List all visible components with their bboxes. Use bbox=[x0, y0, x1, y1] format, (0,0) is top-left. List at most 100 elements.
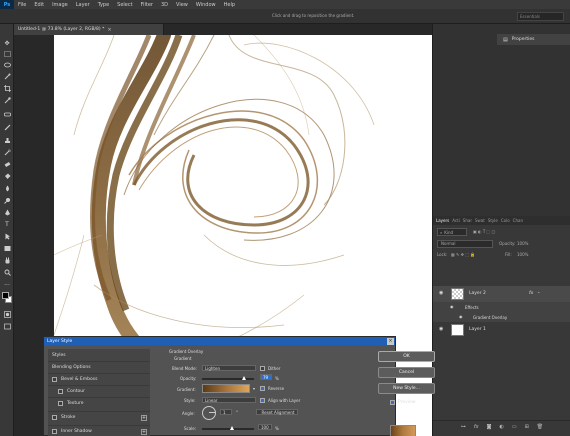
reverse-checkbox[interactable] bbox=[260, 386, 265, 391]
opacity-input[interactable]: 79 bbox=[260, 374, 272, 380]
effects-eye-icon[interactable]: ◉ bbox=[450, 304, 454, 309]
style-item-texture[interactable]: Texture bbox=[48, 397, 150, 409]
brush-icon[interactable] bbox=[3, 123, 11, 131]
quick-mask-icon[interactable] bbox=[3, 310, 11, 318]
new-style-button[interactable]: New Style... bbox=[378, 383, 435, 394]
fill-value[interactable]: 100% bbox=[517, 252, 528, 257]
quick-select-icon[interactable] bbox=[3, 72, 11, 80]
pen-icon[interactable] bbox=[3, 208, 11, 216]
menu-view[interactable]: View bbox=[172, 2, 192, 8]
tab-channels[interactable]: Chan bbox=[513, 218, 523, 223]
style-item-blending-options[interactable]: Blending Options bbox=[48, 361, 150, 373]
close-icon[interactable]: × bbox=[107, 27, 111, 33]
style-select[interactable]: Linear bbox=[202, 397, 256, 403]
menu-file[interactable]: File bbox=[14, 2, 30, 8]
filter-icons[interactable]: ▣ ◐ T ⬚ ▢ bbox=[473, 229, 495, 234]
dodge-icon[interactable] bbox=[3, 196, 11, 204]
style-item-inner-shadow[interactable]: Inner Shadow + bbox=[48, 425, 150, 436]
menu-select[interactable]: Select bbox=[113, 2, 136, 8]
document-tab[interactable]: Untitled-1 @ 73.8% (Layer 2, RGB/8) * × bbox=[14, 24, 164, 35]
checkbox[interactable] bbox=[52, 429, 57, 434]
menu-image[interactable]: Image bbox=[48, 2, 72, 8]
workspace-select[interactable]: Essentials bbox=[517, 12, 564, 21]
opacity-slider-handle[interactable] bbox=[242, 376, 246, 380]
tab-shapes[interactable]: Shar bbox=[463, 218, 472, 223]
scale-slider-handle[interactable] bbox=[230, 426, 234, 430]
menu-filter[interactable]: Filter bbox=[137, 2, 157, 8]
checkbox[interactable] bbox=[58, 389, 63, 394]
eraser-icon[interactable] bbox=[3, 160, 11, 168]
gradient-overlay-effect-row[interactable]: ◉ Gradient Overlay bbox=[433, 312, 570, 322]
scale-input[interactable]: 100 bbox=[258, 424, 272, 430]
more-tools-icon[interactable]: ··· bbox=[3, 281, 11, 289]
healing-icon[interactable] bbox=[3, 110, 11, 118]
fx-menu-icon[interactable]: fx bbox=[474, 424, 479, 430]
zoom-icon[interactable] bbox=[3, 268, 11, 276]
checkbox[interactable] bbox=[52, 415, 57, 420]
menu-help[interactable]: Help bbox=[220, 2, 239, 8]
add-inner-shadow-button[interactable]: + bbox=[141, 428, 147, 435]
blend-mode-select[interactable]: Normal bbox=[437, 240, 493, 248]
dialog-title-bar[interactable]: Layer Style × bbox=[44, 337, 395, 345]
tab-actions[interactable]: Acti bbox=[452, 218, 460, 223]
tab-styles[interactable]: Style bbox=[488, 218, 498, 223]
layer-effects-row[interactable]: ◉ Effects bbox=[433, 302, 570, 312]
mask-icon[interactable]: ◙ bbox=[487, 424, 492, 430]
style-item-styles[interactable]: Styles bbox=[48, 349, 150, 361]
blur-icon[interactable] bbox=[3, 184, 11, 192]
screen-mode-icon[interactable] bbox=[3, 322, 11, 330]
foreground-color-swatch[interactable] bbox=[2, 292, 9, 299]
menu-window[interactable]: Window bbox=[192, 2, 220, 8]
new-layer-icon[interactable]: ⊞ bbox=[525, 424, 529, 430]
stamp-icon[interactable] bbox=[3, 136, 11, 144]
style-item-stroke[interactable]: Stroke + bbox=[48, 411, 150, 423]
marquee-icon[interactable] bbox=[3, 50, 11, 58]
reset-alignment-button[interactable]: Reset Alignment bbox=[256, 409, 298, 415]
cancel-button[interactable]: Cancel bbox=[378, 367, 435, 378]
tab-color[interactable]: Colo bbox=[501, 218, 510, 223]
menu-type[interactable]: Type bbox=[94, 2, 113, 8]
path-select-icon[interactable] bbox=[3, 232, 11, 240]
move-icon[interactable]: ✥ bbox=[3, 39, 11, 47]
layer-row-layer-2[interactable]: ◉ Layer 2 fx ⌃ bbox=[433, 286, 570, 302]
tab-swatches[interactable]: Swat bbox=[475, 218, 485, 223]
type-icon[interactable]: T bbox=[3, 220, 11, 228]
scale-slider[interactable] bbox=[202, 428, 254, 430]
adjustment-icon[interactable]: ◐ bbox=[499, 424, 503, 430]
lock-icons[interactable]: ▩ ✎ ✥ ⬚ 🔒 bbox=[451, 252, 475, 257]
checkbox[interactable] bbox=[52, 377, 57, 382]
chevron-up-icon[interactable]: ⌃ bbox=[537, 291, 540, 296]
add-stroke-button[interactable]: + bbox=[141, 414, 147, 421]
eyedropper-icon[interactable] bbox=[3, 96, 11, 104]
preview-checkbox[interactable] bbox=[390, 400, 395, 405]
ok-button[interactable]: OK bbox=[378, 351, 435, 362]
align-checkbox[interactable] bbox=[260, 398, 265, 403]
folder-icon[interactable]: ▭ bbox=[512, 424, 517, 430]
blend-mode-select[interactable]: Lighten bbox=[202, 365, 256, 371]
history-brush-icon[interactable] bbox=[3, 148, 11, 156]
opacity-value[interactable]: 100% bbox=[517, 241, 528, 246]
close-icon[interactable]: × bbox=[387, 337, 394, 345]
checkbox[interactable] bbox=[58, 401, 63, 406]
opacity-slider[interactable] bbox=[202, 378, 254, 380]
style-item-bevel-emboss[interactable]: Bevel & Emboss bbox=[48, 373, 150, 385]
kind-filter-select[interactable]: ⌕ Kind bbox=[437, 228, 467, 236]
gradient-swatch[interactable] bbox=[202, 384, 250, 393]
trash-icon[interactable]: 🗑 bbox=[537, 424, 543, 430]
lasso-icon[interactable] bbox=[3, 61, 11, 69]
angle-input[interactable]: 1 bbox=[220, 409, 232, 415]
dither-checkbox[interactable] bbox=[260, 366, 265, 371]
menu-layer[interactable]: Layer bbox=[72, 2, 94, 8]
angle-dial[interactable] bbox=[202, 406, 216, 420]
bucket-icon[interactable] bbox=[3, 172, 11, 180]
layer-row-layer-1[interactable]: ◉ Layer 1 bbox=[433, 322, 570, 338]
properties-panel-header[interactable]: ▤ Properties bbox=[497, 34, 570, 45]
hand-icon[interactable] bbox=[3, 256, 11, 264]
eye-icon[interactable]: ◉ bbox=[439, 290, 443, 296]
menu-edit[interactable]: Edit bbox=[30, 2, 48, 8]
rectangle-icon[interactable] bbox=[3, 244, 11, 252]
tab-layers[interactable]: Layers bbox=[436, 218, 449, 223]
link-icon[interactable]: ⊶ bbox=[461, 424, 466, 430]
eye-icon[interactable]: ◉ bbox=[439, 326, 443, 332]
gradient-overlay-eye-icon[interactable]: ◉ bbox=[459, 314, 463, 319]
